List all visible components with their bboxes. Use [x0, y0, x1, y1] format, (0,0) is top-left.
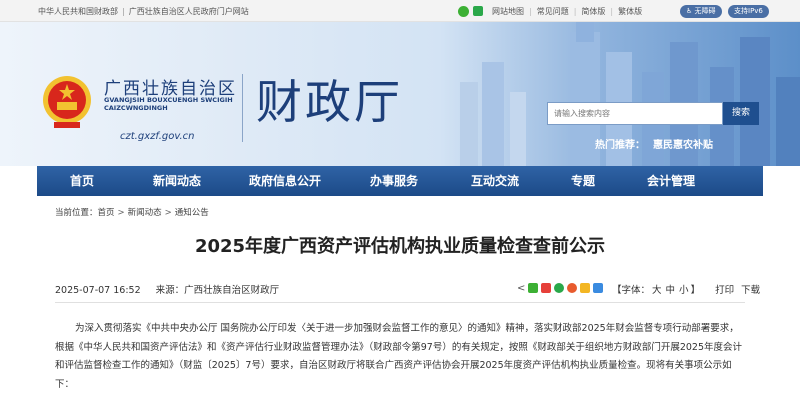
article-date: 2025-07-07 16:52	[55, 285, 141, 296]
nav-news[interactable]: 新闻动态	[127, 166, 227, 196]
top-utility-bar: 中华人民共和国财政部 | 广西壮族自治区人民政府门户网站 网站地图 | 常见问题 | 简…	[0, 0, 800, 22]
department-title: 财政厅	[256, 75, 403, 129]
search-button[interactable]: 搜索	[723, 102, 759, 125]
article-meta: 2025-07-07 16:52 来源：广西壮族自治区财政厅	[55, 285, 280, 296]
article-source: 广西壮族自治区财政厅	[184, 285, 280, 296]
qzone-share-icon[interactable]	[580, 283, 591, 293]
nav-interaction[interactable]: 互动交流	[445, 166, 545, 196]
link-traditional[interactable]: 繁体版	[618, 6, 642, 17]
breadcrumb: 当前位置：首页 > 新闻动态 > 通知公告	[55, 208, 209, 218]
nav-services[interactable]: 办事服务	[343, 166, 445, 196]
font-medium-button[interactable]: 中	[666, 285, 676, 296]
font-small-button[interactable]: 小	[679, 285, 689, 296]
breadcrumb-news[interactable]: 新闻动态	[128, 208, 162, 218]
breadcrumb-home[interactable]: 首页	[98, 208, 115, 218]
moments-share-icon[interactable]	[554, 283, 565, 293]
nav-topics[interactable]: 专题	[545, 166, 621, 196]
hot-link-subsidy[interactable]: 惠民惠农补贴	[653, 140, 713, 151]
link-ministry-of-finance[interactable]: 中华人民共和国财政部	[38, 7, 118, 16]
search-input[interactable]: 请输入搜索内容	[547, 102, 723, 125]
share-icon[interactable]: <	[517, 283, 525, 294]
site-domain: czt.gxzf.gov.cn	[120, 131, 195, 142]
top-links-left: 中华人民共和国财政部 | 广西壮族自治区人民政府门户网站	[38, 7, 249, 16]
ipv6-badge: 支持IPv6	[728, 5, 769, 18]
nav-gov-info[interactable]: 政府信息公开	[227, 166, 343, 196]
national-emblem-icon	[43, 76, 91, 128]
download-button[interactable]: 下载	[741, 285, 760, 296]
breadcrumb-notices[interactable]: 通知公告	[175, 208, 209, 218]
qq-share-icon[interactable]	[593, 283, 604, 293]
nav-home[interactable]: 首页	[37, 166, 127, 196]
article-body: 为深入贯彻落实《中共中央办公厅 国务院办公厅印发〈关于进一步加强财会监督工作的意…	[55, 323, 743, 390]
hot-recommend: 热门推荐： 惠民惠农补贴	[595, 136, 713, 151]
main-nav: 首页 新闻动态 政府信息公开 办事服务 互动交流 专题 会计管理	[37, 166, 763, 196]
link-gx-gov-portal[interactable]: 广西壮族自治区人民政府门户网站	[129, 7, 249, 16]
wechat-share-icon[interactable]	[528, 283, 539, 293]
article-title: 2025年度广西资产评估机构执业质量检查查前公示	[194, 236, 606, 257]
wechat-icon[interactable]	[458, 5, 469, 17]
weibo-share-icon[interactable]	[541, 283, 552, 293]
tencent-weibo-icon[interactable]	[567, 283, 578, 293]
article-tools: 【字体：大中小】 打印 下载	[612, 285, 761, 296]
accessibility-button[interactable]: ♿ 无障碍	[680, 5, 722, 18]
link-simplified[interactable]: 简体版	[581, 6, 605, 17]
meta-divider	[55, 302, 745, 303]
link-faq[interactable]: 常见问题	[537, 6, 569, 17]
region-name-zhuang: GVANGJSIH BOUXCUENGH SWCIGIH CAIZCWNGDIN…	[104, 96, 233, 112]
top-links-right: 网站地图 | 常见问题 | 简体版 | 繁体版	[458, 4, 647, 18]
nav-accounting[interactable]: 会计管理	[621, 166, 721, 196]
print-button[interactable]: 打印	[715, 285, 734, 296]
header-divider	[242, 74, 243, 142]
font-large-button[interactable]: 大	[652, 285, 662, 296]
site-header: 广西壮族自治区 GVANGJSIH BOUXCUENGH SWCIGIH CAI…	[0, 22, 800, 166]
share-icon[interactable]	[473, 6, 483, 16]
share-icons: <	[517, 282, 606, 294]
hot-label: 热门推荐：	[595, 140, 645, 151]
link-sitemap[interactable]: 网站地图	[492, 6, 524, 17]
